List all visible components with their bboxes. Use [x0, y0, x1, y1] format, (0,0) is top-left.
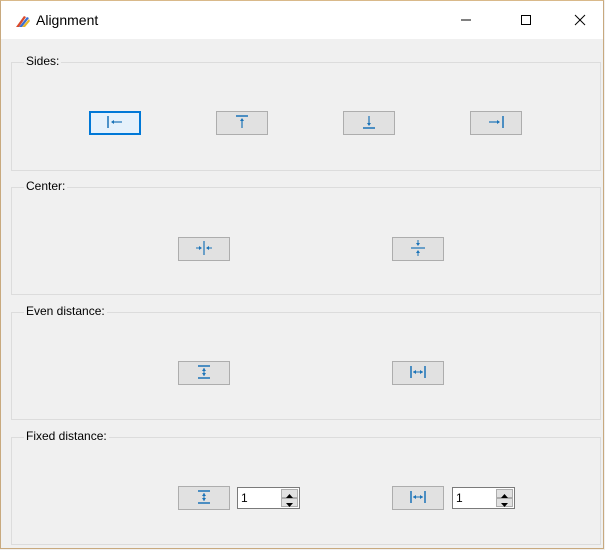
horizontal-distance-stepper[interactable]: 1 — [452, 487, 515, 509]
distribute-vertical-icon — [196, 364, 212, 383]
minimize-icon — [460, 14, 472, 26]
horizontal-distance-spin-buttons — [496, 489, 513, 507]
app-logo-icon — [15, 14, 31, 28]
align-bottom-icon — [361, 114, 377, 133]
fixed-vertical-icon — [196, 489, 212, 508]
vertical-distance-value[interactable]: 1 — [241, 491, 248, 505]
vertical-distance-down-button[interactable] — [281, 498, 298, 507]
fixed-distance-group: Fixed distance: 1 1 — [11, 429, 601, 545]
vertical-distance-spin-buttons — [281, 489, 298, 507]
align-right-icon — [486, 115, 506, 132]
center-label: Center: — [24, 179, 68, 193]
fixed-horizontal-icon — [409, 489, 427, 508]
align-left-button[interactable] — [89, 111, 141, 135]
align-bottom-button[interactable] — [343, 111, 395, 135]
horizontal-distance-value[interactable]: 1 — [456, 491, 463, 505]
close-button[interactable] — [557, 1, 603, 39]
center-horizontal-icon — [194, 240, 214, 259]
distribute-horizontal-button[interactable] — [392, 361, 444, 385]
maximize-icon — [520, 14, 532, 26]
sides-label: Sides: — [24, 54, 62, 68]
horizontal-distance-down-button[interactable] — [496, 498, 513, 507]
spin-down-icon — [501, 496, 508, 510]
align-top-icon — [234, 114, 250, 133]
align-top-button[interactable] — [216, 111, 268, 135]
even-distance-label: Even distance: — [24, 304, 107, 318]
fixed-vertical-button[interactable] — [178, 486, 230, 510]
minimize-button[interactable] — [443, 1, 489, 39]
window-title: Alignment — [36, 12, 99, 28]
fixed-horizontal-button[interactable] — [392, 486, 444, 510]
alignment-window: Alignment Sides: Center: Even distance: … — [0, 0, 604, 549]
center-horizontal-button[interactable] — [178, 237, 230, 261]
center-group: Center: — [11, 179, 601, 295]
align-left-icon — [105, 115, 125, 132]
maximize-button[interactable] — [503, 1, 549, 39]
sides-group: Sides: — [11, 54, 601, 171]
distribute-vertical-button[interactable] — [178, 361, 230, 385]
fixed-distance-label: Fixed distance: — [24, 429, 109, 443]
distribute-horizontal-icon — [409, 364, 427, 383]
center-vertical-icon — [410, 239, 426, 260]
align-right-button[interactable] — [470, 111, 522, 135]
vertical-distance-stepper[interactable]: 1 — [237, 487, 300, 509]
even-distance-group: Even distance: — [11, 304, 601, 420]
title-bar: Alignment — [1, 1, 603, 39]
close-icon — [574, 14, 586, 26]
center-vertical-button[interactable] — [392, 237, 444, 261]
spin-down-icon — [286, 496, 293, 510]
